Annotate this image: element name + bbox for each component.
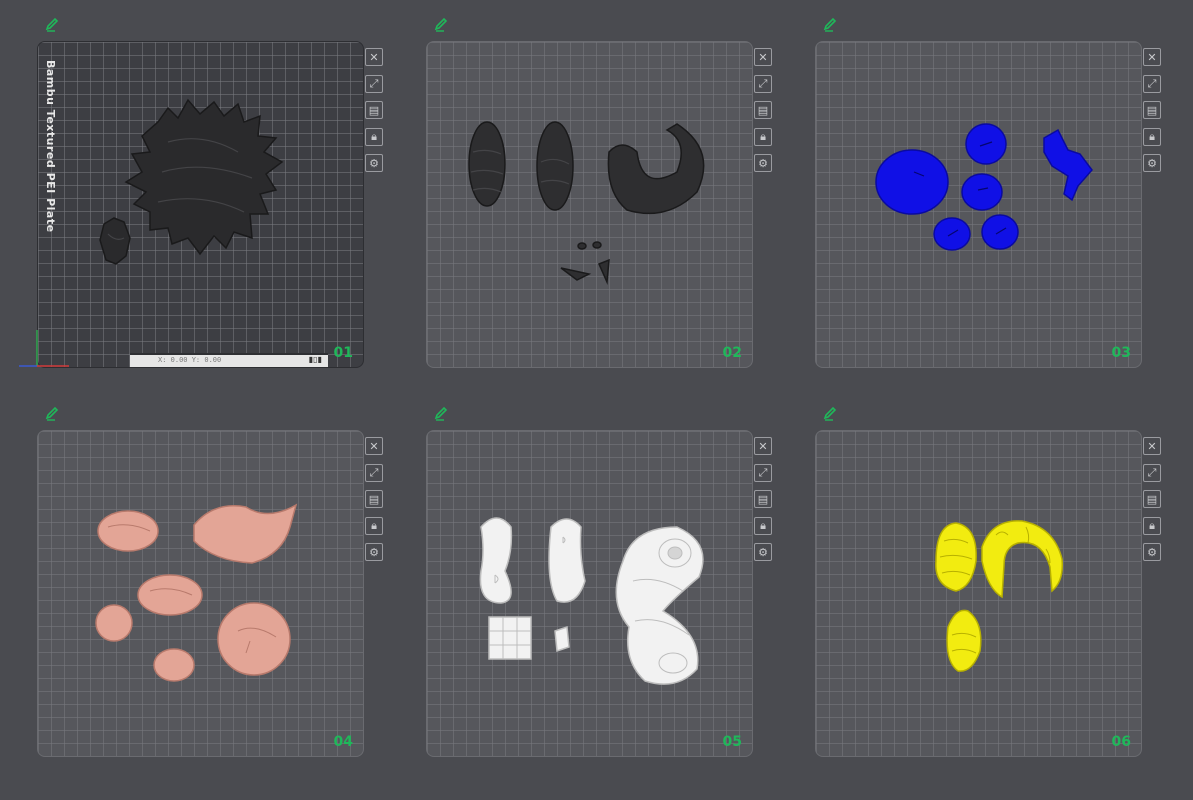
- plate-06-models[interactable]: [816, 431, 1141, 756]
- build-plate-04[interactable]: 04: [37, 430, 364, 757]
- edit-plate-name-icon[interactable]: [823, 16, 839, 32]
- close-icon[interactable]: ✕: [1143, 437, 1161, 455]
- edit-plate-name-icon[interactable]: [45, 16, 61, 32]
- orient-icon[interactable]: ▤: [1143, 490, 1161, 508]
- plate-04-models[interactable]: [38, 431, 363, 756]
- plate-toolbar: ✕ ⤢ ▤ 🔒︎ ⚙: [1143, 437, 1163, 570]
- auto-arrange-icon[interactable]: ⤢: [365, 74, 383, 93]
- plate-toolbar: ✕ ⤢ ▤ 🔒︎ ⚙: [754, 437, 774, 570]
- lock-icon[interactable]: 🔒︎: [365, 127, 383, 146]
- plate-number: 01: [333, 345, 353, 361]
- lock-icon[interactable]: 🔒︎: [1143, 516, 1161, 535]
- auto-arrange-icon[interactable]: ⤢: [365, 463, 383, 482]
- orient-icon[interactable]: ▤: [754, 490, 772, 508]
- settings-icon[interactable]: ⚙: [754, 154, 772, 172]
- close-icon[interactable]: ✕: [1143, 48, 1161, 66]
- edit-plate-name-icon[interactable]: [823, 405, 839, 421]
- plate-number: 02: [722, 345, 742, 361]
- orient-icon[interactable]: ▤: [365, 101, 383, 119]
- plate-toolbar: ✕ ⤢ ▤ 🔒︎ ⚙: [365, 437, 385, 570]
- plate-number: 04: [333, 734, 353, 750]
- plate-02-models[interactable]: [427, 42, 752, 367]
- lock-icon[interactable]: 🔒︎: [754, 127, 772, 146]
- edit-plate-name-icon[interactable]: [45, 405, 61, 421]
- lock-icon[interactable]: 🔒︎: [365, 516, 383, 535]
- lock-icon[interactable]: 🔒︎: [1143, 127, 1161, 146]
- settings-icon[interactable]: ⚙: [754, 543, 772, 561]
- plate-toolbar: ✕ ⤢ ▤ 🔒︎ ⚙: [1143, 48, 1163, 181]
- orient-icon[interactable]: ▤: [1143, 101, 1161, 119]
- plate-number: 03: [1111, 345, 1131, 361]
- plate-03-models[interactable]: [816, 42, 1141, 367]
- plate-cell-03: 03 ✕ ⤢ ▤ 🔒︎ ⚙: [815, 10, 1175, 370]
- settings-icon[interactable]: ⚙: [1143, 543, 1161, 561]
- close-icon[interactable]: ✕: [754, 437, 772, 455]
- build-plate-01[interactable]: Bambu Textured PEI Plate X: 0.00 Y: 0.00…: [37, 41, 364, 368]
- close-icon[interactable]: ✕: [365, 48, 383, 66]
- plate-status-text: X: 0.00 Y: 0.00: [158, 356, 222, 364]
- plate-cell-06: 06 ✕ ⤢ ▤ 🔒︎ ⚙: [815, 399, 1175, 759]
- auto-arrange-icon[interactable]: ⤢: [1143, 463, 1161, 482]
- status-bar-icons: ▮▯▮: [308, 355, 322, 364]
- settings-icon[interactable]: ⚙: [365, 543, 383, 561]
- plate-toolbar: ✕ ⤢ ▤ 🔒︎ ⚙: [365, 48, 385, 181]
- settings-icon[interactable]: ⚙: [365, 154, 383, 172]
- orient-icon[interactable]: ▤: [754, 101, 772, 119]
- close-icon[interactable]: ✕: [365, 437, 383, 455]
- plate-status-bar: X: 0.00 Y: 0.00 ▮▯▮: [130, 353, 328, 367]
- build-plate-05[interactable]: 05: [426, 430, 753, 757]
- plate-cell-02: 02 ✕ ⤢ ▤ 🔒︎ ⚙: [426, 10, 786, 370]
- close-icon[interactable]: ✕: [754, 48, 772, 66]
- auto-arrange-icon[interactable]: ⤢: [754, 463, 772, 482]
- plate-cell-05: 05 ✕ ⤢ ▤ 🔒︎ ⚙: [426, 399, 786, 759]
- plate-toolbar: ✕ ⤢ ▤ 🔒︎ ⚙: [754, 48, 774, 181]
- plate-cell-01: Bambu Textured PEI Plate X: 0.00 Y: 0.00…: [19, 10, 397, 370]
- orient-icon[interactable]: ▤: [365, 490, 383, 508]
- auto-arrange-icon[interactable]: ⤢: [1143, 74, 1161, 93]
- plate-cell-04: 04 ✕ ⤢ ▤ 🔒︎ ⚙: [37, 399, 397, 759]
- plate-number: 06: [1111, 734, 1131, 750]
- plate-number: 05: [722, 734, 742, 750]
- edit-plate-name-icon[interactable]: [434, 16, 450, 32]
- plate-01-models[interactable]: [38, 42, 363, 367]
- lock-icon[interactable]: 🔒︎: [754, 516, 772, 535]
- build-plate-03[interactable]: 03: [815, 41, 1142, 368]
- plate-05-models[interactable]: [427, 431, 752, 756]
- build-plate-02[interactable]: 02: [426, 41, 753, 368]
- edit-plate-name-icon[interactable]: [434, 405, 450, 421]
- settings-icon[interactable]: ⚙: [1143, 154, 1161, 172]
- build-plate-06[interactable]: 06: [815, 430, 1142, 757]
- axes-icon: [19, 330, 69, 367]
- auto-arrange-icon[interactable]: ⤢: [754, 74, 772, 93]
